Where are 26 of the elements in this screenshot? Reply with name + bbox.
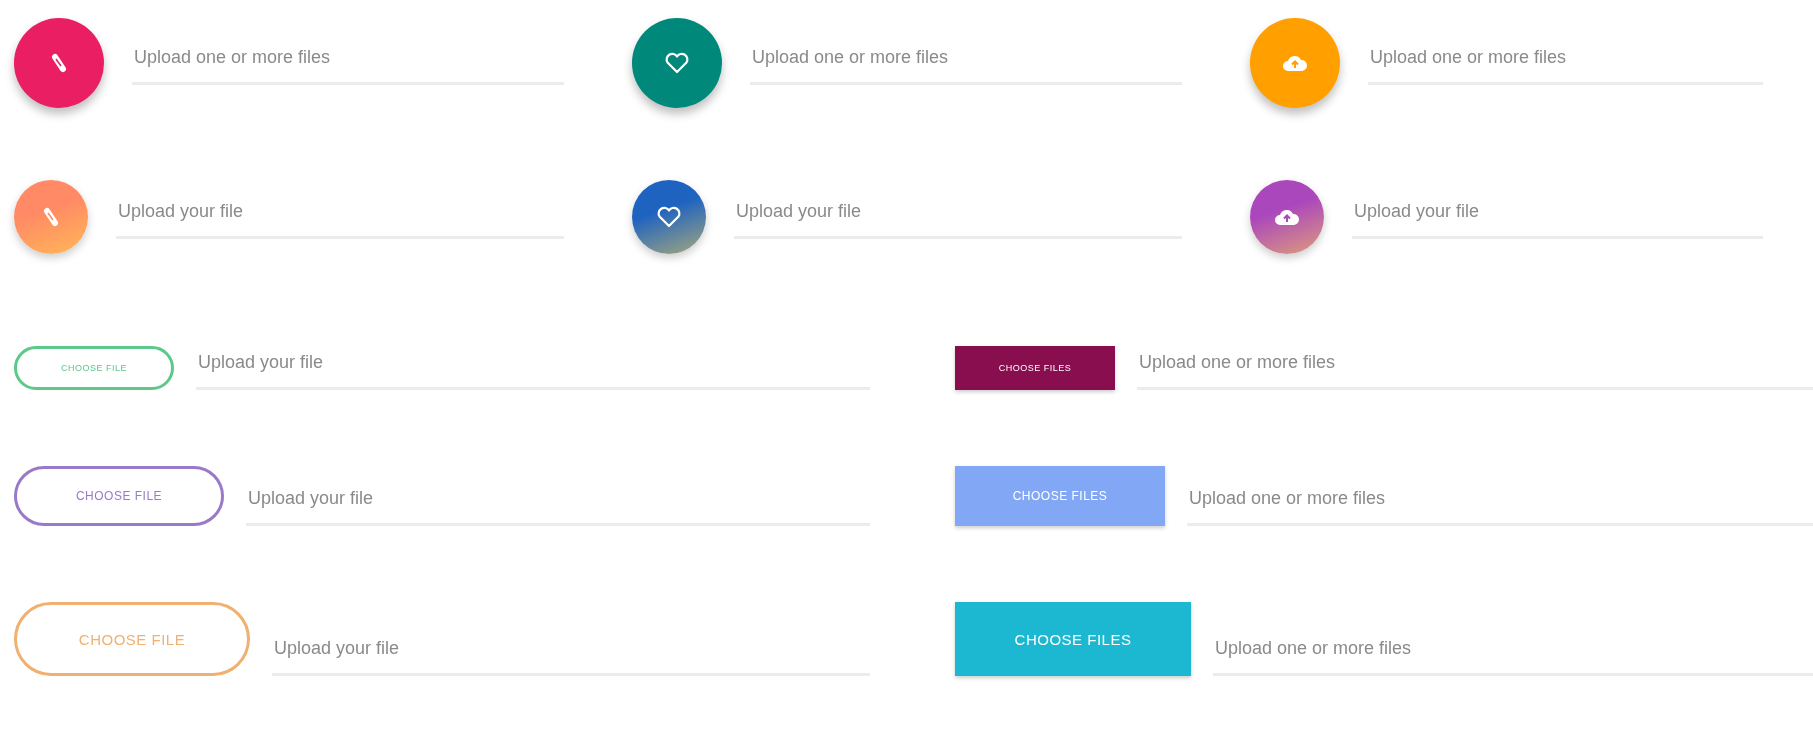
cloud-upload-icon	[1274, 207, 1300, 227]
heart-icon	[656, 205, 682, 229]
choose-file-button[interactable]: CHOOSE FILES	[955, 602, 1191, 676]
choose-file-button[interactable]: CHOOSE FILE	[14, 602, 250, 676]
heart-icon	[664, 51, 690, 75]
choose-file-button[interactable]: CHOOSE FILES	[955, 346, 1115, 390]
cloud-upload-icon	[1282, 53, 1308, 73]
upload-field[interactable]: Upload one or more files	[1137, 346, 1813, 390]
upload-field[interactable]: Upload one or more files	[1213, 632, 1813, 676]
upload-field[interactable]: Upload your file	[734, 195, 1182, 239]
upload-field[interactable]: Upload one or more files	[750, 41, 1182, 85]
upload-field[interactable]: Upload your file	[1352, 195, 1763, 239]
upload-field[interactable]: Upload one or more files	[1368, 41, 1763, 85]
choose-file-button[interactable]: CHOOSE FILE	[14, 346, 174, 390]
upload-field[interactable]: Upload one or more files	[132, 41, 564, 85]
upload-button[interactable]	[632, 180, 706, 254]
upload-field[interactable]: Upload your file	[196, 346, 870, 390]
upload-field[interactable]: Upload your file	[116, 195, 564, 239]
upload-button[interactable]	[632, 18, 722, 108]
upload-field[interactable]: Upload your file	[272, 632, 870, 676]
choose-file-button[interactable]: CHOOSE FILE	[14, 466, 224, 526]
upload-button[interactable]	[14, 18, 104, 108]
upload-field[interactable]: Upload your file	[246, 482, 870, 526]
upload-button[interactable]	[1250, 180, 1324, 254]
choose-file-button[interactable]: CHOOSE FILES	[955, 466, 1165, 526]
upload-field[interactable]: Upload one or more files	[1187, 482, 1813, 526]
